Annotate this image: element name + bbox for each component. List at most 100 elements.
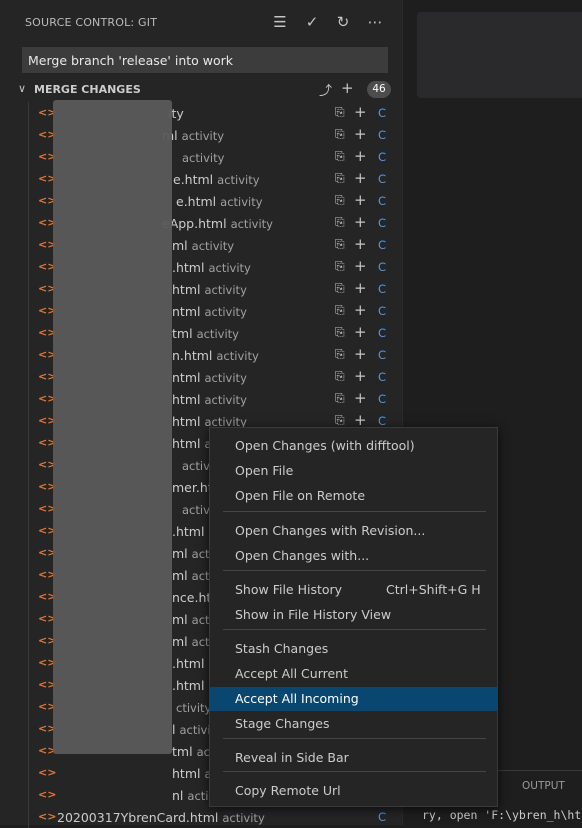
- commit-check-icon[interactable]: ✓: [303, 13, 321, 31]
- menu-separator: [223, 511, 486, 512]
- tab-output[interactable]: OUTPUT: [522, 780, 565, 792]
- file-name: activity: [178, 150, 224, 165]
- chevron-down-icon[interactable]: ∨: [18, 82, 26, 95]
- conflict-status-badge: C: [378, 414, 387, 428]
- output-text: ry, open 'F:\ybren_h\ht: [422, 808, 582, 822]
- indent-guide: [28, 674, 29, 696]
- merge-changes-group[interactable]: ∨ MERGE CHANGES ⤴ + 46: [0, 79, 402, 101]
- menu-item-label: Accept All Incoming: [235, 691, 359, 706]
- commit-message-input[interactable]: [23, 48, 387, 72]
- stage-change-icon[interactable]: +: [354, 235, 367, 253]
- stage-change-icon[interactable]: +: [354, 345, 367, 363]
- stage-change-icon[interactable]: +: [354, 213, 367, 231]
- conflict-status-badge: C: [378, 194, 387, 208]
- file-name-text: ml: [172, 568, 188, 583]
- open-file-icon[interactable]: ⎘: [335, 215, 345, 230]
- file-name: html activity: [172, 392, 247, 407]
- open-file-icon[interactable]: ⎘: [335, 171, 345, 186]
- file-name: htmla: [172, 766, 212, 781]
- conflict-status-badge: C: [378, 810, 387, 824]
- open-file-icon[interactable]: ⎘: [335, 259, 345, 274]
- file-dir-text: ctivity: [176, 701, 212, 715]
- menu-item-reveal-in-side-bar[interactable]: Reveal in Side Bar: [210, 746, 497, 770]
- conflict-status-badge: C: [378, 128, 387, 142]
- open-file-icon[interactable]: ⎘: [335, 237, 345, 252]
- menu-item-open-file-on-remote[interactable]: Open File on Remote: [210, 484, 497, 508]
- menu-separator: [223, 738, 486, 739]
- file-name-text: tml: [172, 326, 193, 341]
- file-name-text: .html: [172, 524, 205, 539]
- stage-change-icon[interactable]: +: [354, 147, 367, 165]
- menu-item-open-changes-with[interactable]: Open Changes with...: [210, 544, 497, 568]
- menu-item-label: Stage Changes: [235, 716, 330, 731]
- menu-item-open-file[interactable]: Open File: [210, 459, 497, 483]
- file-name-text: n.html: [172, 348, 213, 363]
- stage-change-icon[interactable]: +: [354, 323, 367, 341]
- file-name: tml activity: [172, 326, 239, 341]
- more-actions-icon[interactable]: ⋯: [366, 13, 384, 31]
- menu-item-label: Open Changes (with difftool): [235, 438, 415, 453]
- stage-change-icon[interactable]: +: [354, 169, 367, 187]
- menu-item-show-in-file-history-view[interactable]: Show in File History View: [210, 603, 497, 627]
- indent-guide: [28, 102, 29, 124]
- open-file-icon[interactable]: ⎘: [335, 127, 345, 142]
- open-file-icon[interactable]: ⎘: [335, 369, 345, 384]
- open-file-icon[interactable]: ⎘: [335, 149, 345, 164]
- stage-all-plus-icon[interactable]: +: [341, 79, 354, 97]
- file-name: ml acti: [172, 634, 213, 649]
- indent-guide: [28, 740, 29, 762]
- indent-guide: [28, 718, 29, 740]
- stage-change-icon[interactable]: +: [354, 367, 367, 385]
- menu-item-open-changes-with-revision[interactable]: Open Changes with Revision...: [210, 519, 497, 543]
- indent-guide: [28, 278, 29, 300]
- refresh-icon[interactable]: ↻: [334, 13, 352, 31]
- indent-guide: [28, 762, 29, 784]
- file-dir-text: activity: [181, 129, 225, 143]
- stage-change-icon[interactable]: +: [354, 257, 367, 275]
- stage-change-icon[interactable]: +: [354, 125, 367, 143]
- menu-item-stash-changes[interactable]: Stash Changes: [210, 637, 497, 661]
- stage-change-icon[interactable]: +: [354, 389, 367, 407]
- menu-item-label: Open File: [235, 463, 294, 478]
- file-name: ctivity: [172, 700, 211, 715]
- html-file-icon: <>: [38, 788, 57, 801]
- menu-separator: [223, 629, 486, 630]
- stage-change-icon[interactable]: +: [354, 279, 367, 297]
- menu-item-accept-all-incoming[interactable]: Accept All Incoming: [210, 687, 497, 711]
- sidebar-title: SOURCE CONTROL: GIT: [25, 16, 158, 29]
- view-as-tree-icon[interactable]: ☰: [271, 13, 289, 31]
- file-name-text: ml: [172, 238, 188, 253]
- file-name: mlactivity: [172, 238, 234, 253]
- indent-guide: [28, 322, 29, 344]
- open-file-icon[interactable]: ⎘: [335, 391, 345, 406]
- stage-change-icon[interactable]: +: [354, 301, 367, 319]
- file-name: l activi: [172, 722, 211, 737]
- open-file-icon[interactable]: ⎘: [335, 193, 345, 208]
- open-file-icon[interactable]: ⎘: [335, 281, 345, 296]
- menu-item-stage-changes[interactable]: Stage Changes: [210, 712, 497, 736]
- file-name-text: tml: [172, 744, 193, 759]
- file-name: ntml activity: [172, 304, 247, 319]
- stage-change-icon[interactable]: +: [354, 191, 367, 209]
- open-file-icon[interactable]: ⎘: [335, 105, 345, 120]
- file-name: 20200317YbrenCard.html activity: [57, 810, 265, 825]
- open-file-icon[interactable]: ⎘: [335, 303, 345, 318]
- menu-item-copy-remote-url[interactable]: Copy Remote Url: [210, 779, 497, 803]
- menu-separator: [223, 771, 486, 772]
- open-file-icon[interactable]: ⎘: [335, 325, 345, 340]
- stage-all-merge-icon[interactable]: ⤴: [319, 80, 332, 99]
- file-dir-text: activity: [220, 195, 263, 209]
- indent-guide: [28, 388, 29, 410]
- menu-item-shortcut: Ctrl+Shift+G H: [386, 582, 481, 597]
- file-name-text: 20200317YbrenCard.html: [57, 810, 219, 825]
- file-name: ml acti: [172, 612, 213, 627]
- commit-message-box[interactable]: [22, 47, 388, 73]
- file-name-text: .html: [172, 678, 205, 693]
- open-file-icon[interactable]: ⎘: [335, 413, 345, 428]
- menu-item-open-changes-with-difftool[interactable]: Open Changes (with difftool): [210, 434, 497, 458]
- file-dir-text: activity: [204, 283, 247, 297]
- open-file-icon[interactable]: ⎘: [335, 347, 345, 362]
- stage-change-icon[interactable]: +: [354, 103, 367, 121]
- menu-item-show-file-history[interactable]: Show File History Ctrl+Shift+G H: [210, 578, 497, 602]
- menu-item-accept-all-current[interactable]: Accept All Current: [210, 662, 497, 686]
